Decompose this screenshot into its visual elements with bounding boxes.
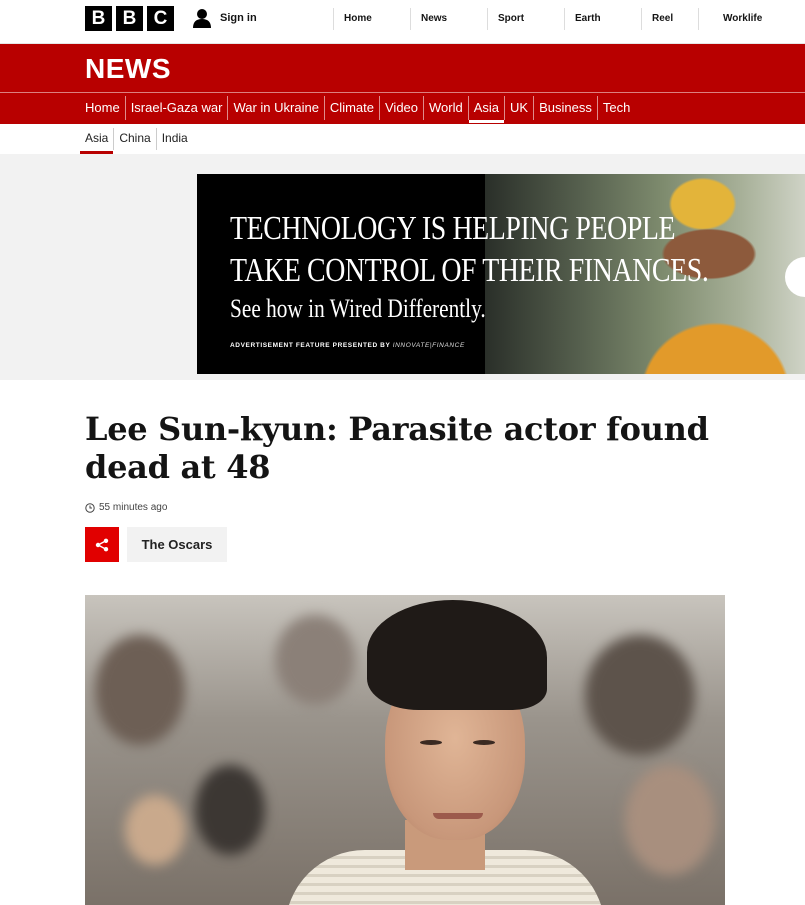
bbc-logo-letter: B	[85, 6, 112, 31]
hero-bg-crowd	[195, 765, 265, 855]
sign-in-label: Sign in	[220, 12, 257, 24]
top-nav-reel[interactable]: Reel	[641, 8, 698, 30]
user-icon	[193, 9, 211, 28]
hero-bg-crowd	[95, 635, 185, 745]
news-nav-uk[interactable]: UK	[505, 96, 535, 120]
hero-person-eye	[473, 740, 495, 745]
news-nav: Home Israel-Gaza war War in Ukraine Clim…	[80, 96, 635, 123]
bbc-logo[interactable]: B B C	[85, 6, 174, 31]
bbc-top-bar: B B C Sign in Home News Sport Earth Reel…	[0, 0, 805, 44]
sub-nav-china[interactable]: China	[114, 128, 157, 150]
news-nav-business[interactable]: Business	[534, 96, 598, 120]
share-icon	[95, 538, 109, 551]
hero-person-mouth	[433, 813, 483, 819]
hero-bg-crowd	[585, 635, 695, 755]
sign-in-link[interactable]: Sign in	[192, 8, 257, 28]
hero-person-hair	[367, 600, 547, 710]
article-headline: Lee Sun-kyun: Parasite actor found dead …	[85, 410, 709, 486]
advert-headline: TECHNOLOGY IS HELPING PEOPLE TAKE CONTRO…	[230, 208, 709, 292]
advert-subline: See how in Wired Differently.	[230, 294, 486, 323]
top-nav-news[interactable]: News	[410, 8, 487, 30]
advert-headline-line2: TAKE CONTROL OF THEIR FINANCES.	[230, 252, 709, 289]
advert-feature-text: ADVERTISEMENT FEATURE PRESENTED BY	[230, 342, 391, 349]
article-timestamp: 55 minutes ago	[85, 502, 167, 513]
advert-banner[interactable]: TECHNOLOGY IS HELPING PEOPLE TAKE CONTRO…	[197, 174, 805, 374]
timestamp-text: 55 minutes ago	[99, 502, 168, 513]
news-nav-climate[interactable]: Climate	[325, 96, 380, 120]
advert-headline-line1: TECHNOLOGY IS HELPING PEOPLE	[230, 210, 676, 247]
top-nav-home[interactable]: Home	[333, 8, 410, 30]
hero-bg-crowd	[275, 615, 355, 705]
news-nav-world[interactable]: World	[424, 96, 469, 120]
news-nav-war-in-ukraine[interactable]: War in Ukraine	[228, 96, 325, 120]
news-title[interactable]: NEWS	[85, 53, 171, 85]
top-nav-earth[interactable]: Earth	[564, 8, 641, 30]
advert-zone: TECHNOLOGY IS HELPING PEOPLE TAKE CONTRO…	[0, 154, 805, 380]
top-nav-sport[interactable]: Sport	[487, 8, 564, 30]
news-nav-home[interactable]: Home	[80, 96, 126, 120]
advert-feature-label: ADVERTISEMENT FEATURE PRESENTED BY INNOV…	[230, 342, 465, 349]
news-nav-tech[interactable]: Tech	[598, 96, 635, 120]
news-nav-video[interactable]: Video	[380, 96, 425, 120]
top-nav: Home News Sport Earth Reel Worklife	[333, 8, 788, 30]
hero-person-eye	[420, 740, 442, 745]
news-divider	[0, 92, 805, 93]
hero-bg-crowd	[625, 765, 715, 875]
sub-nav-india[interactable]: India	[157, 128, 193, 150]
hero-bg-crowd	[125, 795, 185, 865]
article-hero-image	[85, 595, 725, 905]
news-nav-asia[interactable]: Asia	[468, 96, 506, 123]
news-nav-israel-gaza-war[interactable]: Israel-Gaza war	[126, 96, 229, 120]
topic-button[interactable]: The Oscars	[127, 527, 227, 562]
clock-icon	[85, 502, 95, 513]
bbc-logo-letter: B	[116, 6, 143, 31]
top-nav-worklife[interactable]: Worklife	[698, 8, 788, 30]
sub-nav: Asia China India	[80, 128, 193, 154]
sub-nav-asia[interactable]: Asia	[80, 128, 115, 154]
share-button[interactable]	[85, 527, 119, 562]
bbc-logo-letter: C	[147, 6, 174, 31]
news-band: NEWS Home Israel-Gaza war War in Ukraine…	[0, 44, 805, 124]
advert-brand: INNOVATE|FINANCE	[392, 342, 465, 349]
